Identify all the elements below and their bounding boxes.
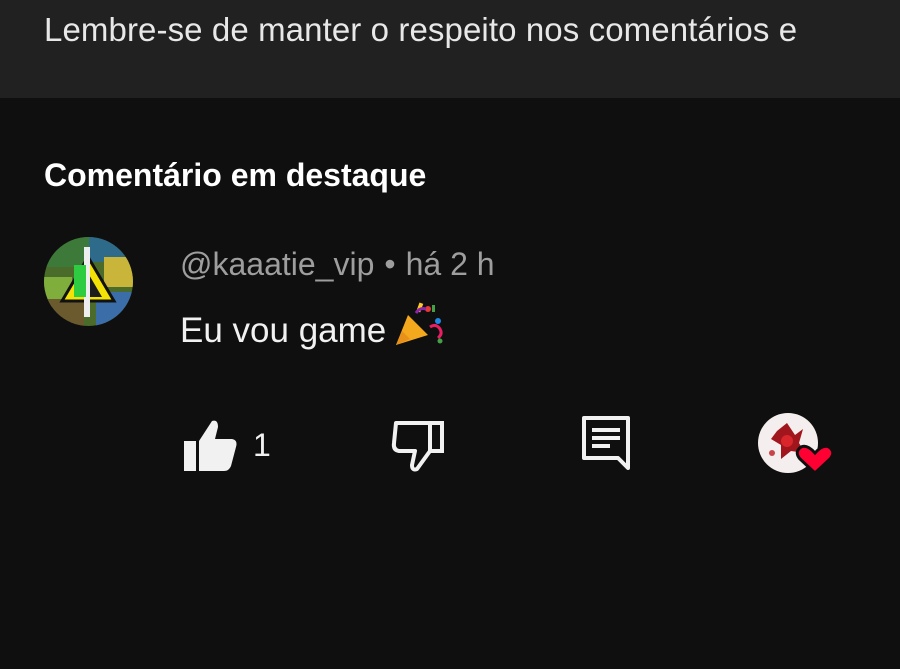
reply-button[interactable] [576, 412, 636, 476]
community-guidelines-banner: Lembre-se de manter o respeito nos comen… [0, 0, 900, 98]
creator-heart-icon [758, 413, 835, 476]
party-popper-icon [394, 301, 444, 358]
dislike-button[interactable] [388, 415, 448, 475]
comment-reply-icon [582, 416, 630, 470]
thumbs-down-icon [391, 421, 444, 472]
comment-meta: @kaaatie_vip • há 2 h [180, 244, 495, 284]
comment-body: Eu vou game [180, 302, 444, 358]
thumbs-up-icon [184, 420, 237, 471]
like-count: 1 [253, 427, 271, 463]
avatar-image [44, 237, 133, 326]
highlighted-comment-title: Comentário em destaque [44, 157, 427, 193]
meta-separator: • [384, 246, 396, 282]
comment-time[interactable]: há 2 h [406, 246, 495, 282]
commenter-avatar[interactable] [44, 237, 133, 326]
comment-text: Eu vou game [180, 310, 387, 350]
like-button[interactable] [180, 415, 240, 475]
guidelines-text: Lembre-se de manter o respeito nos comen… [44, 11, 798, 48]
comment-author[interactable]: @kaaatie_vip [180, 246, 374, 282]
creator-heart [757, 413, 837, 483]
